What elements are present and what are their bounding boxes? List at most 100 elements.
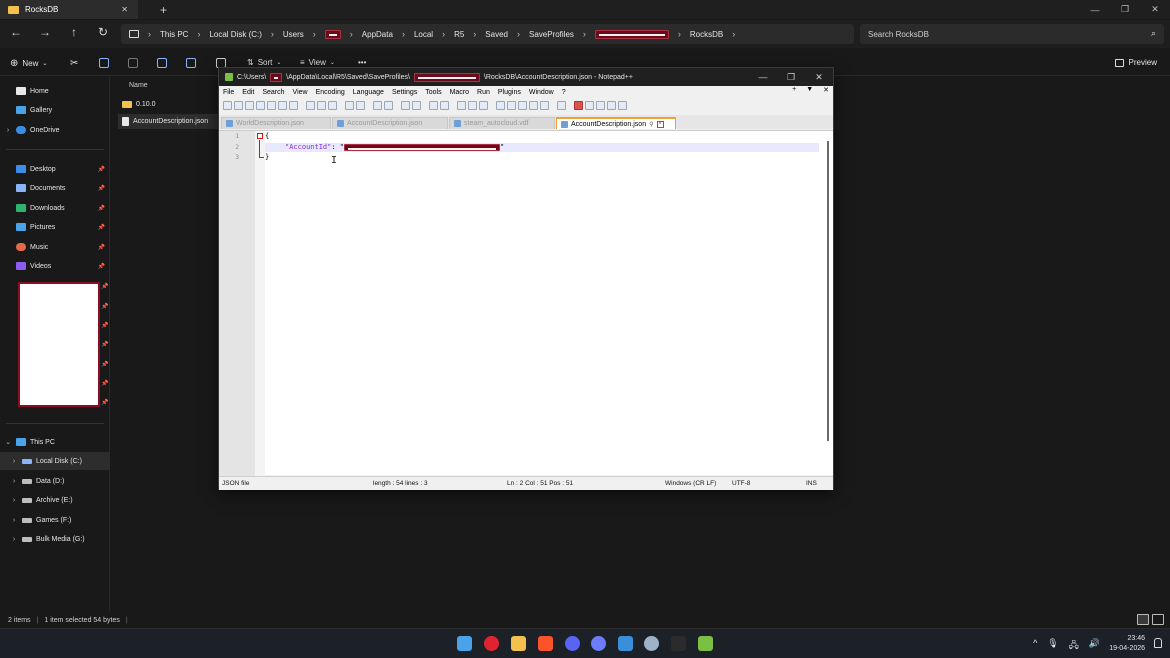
chevron-down-icon[interactable]: ⌄	[0, 438, 16, 446]
app-arrow-icon[interactable]	[591, 636, 606, 651]
maximize-button[interactable]: ❐	[1110, 0, 1140, 19]
text-editor[interactable]: 1 2 3 { "AccountId": " " } I	[219, 130, 833, 476]
record-macro-icon[interactable]	[574, 101, 583, 110]
sidebar-item-drive-e[interactable]: › Archive (E:)	[0, 491, 110, 509]
chevron-right-icon[interactable]: ›	[6, 497, 22, 504]
copy-icon[interactable]	[317, 101, 326, 110]
steam-icon[interactable]	[644, 636, 659, 651]
new-button[interactable]: ⊕ New ⌄	[10, 58, 47, 69]
network-icon[interactable]: 🖧	[1069, 638, 1079, 654]
zoom-in-icon[interactable]	[401, 101, 410, 110]
refresh-button[interactable]: ↻	[95, 25, 111, 39]
start-icon[interactable]	[457, 636, 472, 651]
clock[interactable]: 23:46 19-04-2026	[1109, 634, 1145, 654]
game-icon[interactable]	[671, 636, 686, 651]
menu-plugins[interactable]: Plugins	[498, 89, 521, 96]
list-item[interactable]: 0.10.0	[118, 97, 222, 112]
save-all-icon[interactable]	[256, 101, 265, 110]
sidebar-item-desktop[interactable]: Desktop 📌	[0, 160, 110, 178]
doc-map-icon[interactable]	[507, 101, 516, 110]
copy-icon[interactable]	[99, 58, 109, 68]
tiles-view-icon[interactable]	[1152, 614, 1164, 625]
breadcrumb-local-disk[interactable]: Local Disk (C:)	[209, 30, 261, 39]
opera-icon[interactable]	[484, 636, 499, 651]
sidebar-item-drive-g[interactable]: › Bulk Media (G:)	[0, 530, 110, 548]
close-button[interactable]: ✕	[1140, 0, 1170, 19]
run-macro-icon[interactable]	[607, 101, 616, 110]
up-button[interactable]: ↑	[66, 25, 82, 39]
doc-list-icon[interactable]	[518, 101, 527, 110]
file-explorer-icon[interactable]	[511, 636, 526, 651]
chevron-right-icon[interactable]: ›	[6, 478, 22, 485]
breadcrumb-rocksdb[interactable]: RocksDB	[690, 30, 723, 39]
stop-macro-icon[interactable]	[585, 101, 594, 110]
zoom-out-icon[interactable]	[412, 101, 421, 110]
search-icon[interactable]: ⌕	[1151, 28, 1156, 39]
back-button[interactable]: ←	[8, 25, 24, 39]
share-icon[interactable]	[186, 58, 196, 68]
close-doc-button[interactable]: ✕	[823, 86, 829, 94]
menu-language[interactable]: Language	[353, 89, 384, 96]
vertical-scrollbar[interactable]	[827, 141, 829, 441]
wrap-icon[interactable]	[457, 101, 466, 110]
show-all-chars-icon[interactable]	[468, 101, 477, 110]
function-list-icon[interactable]	[529, 101, 538, 110]
find-icon[interactable]	[373, 101, 382, 110]
sidebar-item-downloads[interactable]: Downloads 📌	[0, 199, 110, 217]
sidebar-item-documents[interactable]: Documents 📌	[0, 179, 110, 197]
explorer-tab[interactable]: RocksDB ✕	[0, 0, 138, 19]
breadcrumb-users[interactable]: Users	[283, 30, 304, 39]
menu-view[interactable]: View	[293, 89, 308, 96]
sync-h-icon[interactable]	[440, 101, 449, 110]
column-header-name[interactable]: Name	[129, 82, 148, 89]
tab-list-button[interactable]: ▼	[806, 86, 813, 94]
notification-bell-icon[interactable]	[1154, 638, 1162, 648]
folder-workspace-icon[interactable]	[540, 101, 549, 110]
chevron-right-icon[interactable]: ›	[6, 458, 22, 465]
sidebar-item-drive-c[interactable]: › Local Disk (C:)	[0, 452, 110, 470]
menu-macro[interactable]: Macro	[450, 89, 469, 96]
sidebar-item-this-pc[interactable]: ⌄ This PC	[0, 433, 110, 451]
chevron-right-icon[interactable]: ›	[6, 536, 22, 543]
sidebar-item-drive-f[interactable]: › Games (F:)	[0, 511, 110, 529]
cut-icon[interactable]: ✂	[70, 58, 78, 69]
sidebar-item-onedrive[interactable]: › OneDrive	[0, 121, 110, 139]
maximize-button[interactable]: ❐	[777, 68, 805, 86]
brave-icon[interactable]	[538, 636, 553, 651]
open-file-icon[interactable]	[234, 101, 243, 110]
sidebar-item-music[interactable]: Music 📌	[0, 238, 110, 256]
minimize-button[interactable]: —	[1080, 0, 1110, 19]
breadcrumb-local[interactable]: Local	[414, 30, 433, 39]
sidebar-item-pictures[interactable]: Pictures 📌	[0, 218, 110, 236]
new-tab-button[interactable]: +	[160, 3, 167, 17]
new-tab-button[interactable]: +	[792, 86, 796, 94]
tab-accountdescription-1[interactable]: AccountDescription.json	[332, 117, 448, 129]
view-button[interactable]: ≡ View ⌄	[300, 58, 335, 67]
undo-icon[interactable]	[345, 101, 354, 110]
save-icon[interactable]	[245, 101, 254, 110]
visual-studio-icon[interactable]	[618, 636, 633, 651]
monitor-icon[interactable]	[557, 101, 566, 110]
redo-icon[interactable]	[356, 101, 365, 110]
tab-worlddescription[interactable]: WorldDescription.json	[221, 117, 331, 129]
microphone-icon[interactable]: 🎙	[1047, 638, 1058, 654]
breadcrumb-saveprofiles[interactable]: SaveProfiles	[529, 30, 574, 39]
sidebar-item-videos[interactable]: Videos 📌	[0, 257, 110, 275]
tab-steam-autocloud[interactable]: steam_autocloud.vdf	[449, 117, 555, 129]
menu-encoding[interactable]: Encoding	[316, 89, 345, 96]
chevron-right-icon[interactable]: ›	[0, 127, 16, 134]
menu-window[interactable]: Window	[529, 89, 554, 96]
address-bar[interactable]: › This PC › Local Disk (C:) › Users › › App…	[121, 24, 854, 44]
save-macro-icon[interactable]	[618, 101, 627, 110]
breadcrumb-this-pc[interactable]: This PC	[160, 30, 188, 39]
preview-button[interactable]: Preview	[1114, 58, 1157, 67]
menu-tools[interactable]: Tools	[425, 89, 441, 96]
search-input[interactable]: Search RocksDB ⌕	[860, 24, 1164, 44]
close-all-icon[interactable]	[278, 101, 287, 110]
breadcrumb-appdata[interactable]: AppData	[362, 30, 393, 39]
close-icon[interactable]	[267, 101, 276, 110]
minimize-button[interactable]: —	[749, 68, 777, 86]
sidebar-item-drive-d[interactable]: › Data (D:)	[0, 472, 110, 490]
breadcrumb-saved[interactable]: Saved	[485, 30, 508, 39]
fold-collapse-icon[interactable]	[257, 133, 263, 139]
